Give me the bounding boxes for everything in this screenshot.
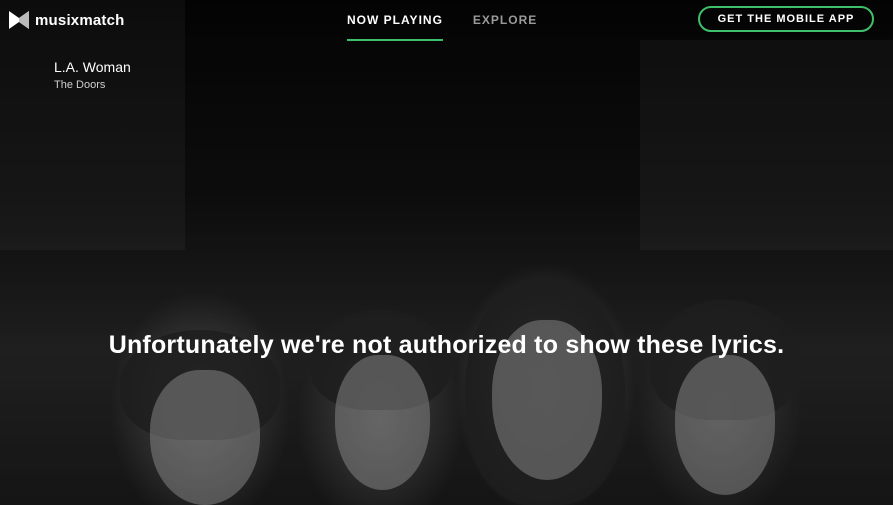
song-title: L.A. Woman [54,59,131,75]
brand-name: musixmatch [35,11,125,29]
background-photo [0,0,893,505]
tab-explore[interactable]: EXPLORE [473,0,537,41]
brand-logo[interactable]: musixmatch [9,11,125,29]
top-bar: musixmatch NOW PLAYING EXPLORE GET THE M… [0,0,893,41]
musixmatch-logo-icon [9,11,29,29]
now-playing-info: L.A. Woman The Doors [54,59,131,91]
main-nav: NOW PLAYING EXPLORE [347,0,537,41]
get-mobile-app-button[interactable]: GET THE MOBILE APP [698,6,874,32]
song-artist[interactable]: The Doors [54,79,131,91]
tab-now-playing[interactable]: NOW PLAYING [347,0,443,41]
lyrics-unavailable-message: Unfortunately we're not authorized to sh… [108,331,785,359]
